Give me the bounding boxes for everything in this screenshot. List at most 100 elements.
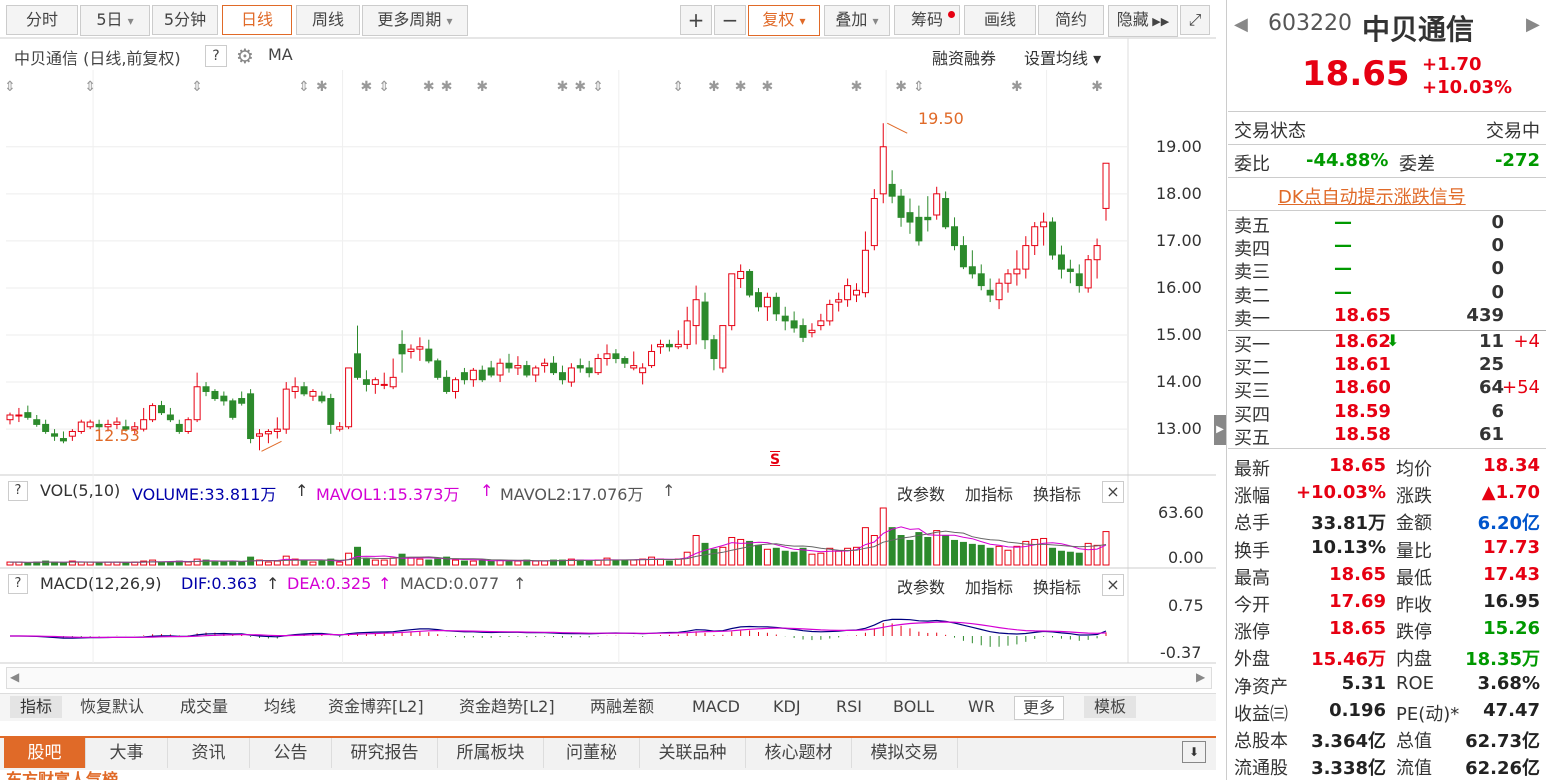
kline-chart[interactable]: ⇕ ⇕ ⇕ ⇕ ✱ ✱ ⇕ ✱ ✱ ✱ ✱ ✱ ⇕ ⇕ ✱ ✱ ✱ ✱ ✱ ⇕ ✱ ✱ bbox=[0, 0, 1216, 670]
indicator-tab-volume[interactable]: 成交量 bbox=[180, 696, 228, 718]
macd-help-button[interactable]: ? bbox=[8, 574, 28, 594]
bottom-tab-sim-trade[interactable]: 模拟交易 bbox=[852, 738, 958, 768]
macd-edit-params-link[interactable]: 改参数 bbox=[897, 574, 945, 598]
bottom-tab-ask-secretary[interactable]: 问董秘 bbox=[544, 738, 640, 768]
indicator-tab-label[interactable]: 指标 bbox=[10, 696, 63, 718]
vol-edit-params-link[interactable]: 改参数 bbox=[897, 481, 945, 505]
order-price: 18.60 bbox=[1334, 377, 1391, 399]
stat-value: 6.20亿 bbox=[1477, 513, 1540, 535]
volume-bar bbox=[968, 543, 976, 566]
macd-add-indicator-link[interactable]: 加指标 bbox=[965, 574, 1013, 598]
candle-body bbox=[888, 183, 896, 197]
next-stock-icon[interactable]: ▶ bbox=[1526, 14, 1540, 35]
stock-change-pct: +10.03% bbox=[1422, 77, 1513, 98]
indicator-template-button[interactable]: 模板 bbox=[1084, 696, 1137, 718]
candle-body bbox=[861, 249, 869, 294]
candle-body bbox=[77, 421, 85, 432]
vol-switch-indicator-link[interactable]: 换指标 bbox=[1033, 481, 1081, 505]
candle-body bbox=[389, 376, 397, 388]
sell-order-row: 卖三 — 0 bbox=[1234, 258, 1544, 283]
dk-signal-link[interactable]: DK点自动提示涨跌信号 bbox=[1278, 183, 1466, 209]
indicator-tab-macd[interactable]: MACD bbox=[692, 696, 740, 718]
volume-bar bbox=[398, 553, 406, 566]
candle-body bbox=[478, 369, 486, 381]
minimize-icon[interactable]: ⬇ bbox=[1182, 741, 1206, 763]
candle-body bbox=[1066, 268, 1074, 272]
bottom-tab-events[interactable]: 大事 bbox=[86, 738, 168, 768]
buy-order-row: 买一 18.62 11 +4 ⬇ bbox=[1234, 331, 1544, 356]
candle-body bbox=[1057, 254, 1065, 270]
candle-body bbox=[345, 367, 353, 428]
indicator-tab-margin[interactable]: 两融差额 bbox=[590, 696, 654, 718]
bottom-tab-announcements[interactable]: 公告 bbox=[250, 738, 332, 768]
order-label: 买二 bbox=[1234, 358, 1270, 380]
collapse-panel-handle[interactable]: ▶ bbox=[1214, 415, 1226, 445]
indicator-tab-kdj[interactable]: KDJ bbox=[773, 696, 801, 718]
vol-add-indicator-link[interactable]: 加指标 bbox=[965, 481, 1013, 505]
indicator-tab-fund-game[interactable]: 资金博弈[L2] bbox=[328, 696, 424, 718]
candle-body bbox=[790, 320, 798, 329]
event-marker-icon: ✱ bbox=[851, 79, 863, 95]
candle-body bbox=[541, 362, 549, 367]
stat-label: 涨跌 bbox=[1396, 486, 1432, 508]
candle-body bbox=[255, 433, 263, 437]
mavol1-value: MAVOL1:15.373万 bbox=[316, 485, 460, 504]
volume-bar bbox=[59, 562, 67, 566]
event-marker-icon: ✱ bbox=[574, 79, 586, 95]
bottom-tab-research[interactable]: 研究报告 bbox=[332, 738, 438, 768]
candle-body bbox=[202, 386, 210, 392]
scroll-left-icon[interactable]: ◀ bbox=[10, 670, 19, 684]
volume-bar bbox=[906, 539, 914, 566]
indicator-tab-fund-trend[interactable]: 资金趋势[L2] bbox=[459, 696, 555, 718]
stat-row: 净资产 5.31 ROE 3.68% bbox=[1234, 673, 1544, 698]
timeline-scrollbar[interactable] bbox=[6, 667, 1212, 689]
indicator-tab-rsi[interactable]: RSI bbox=[836, 696, 862, 718]
bottom-tab-related[interactable]: 关联品种 bbox=[640, 738, 746, 768]
stat-value: 15.26 bbox=[1483, 618, 1540, 640]
candle-body bbox=[906, 212, 914, 223]
vol-help-button[interactable]: ? bbox=[8, 481, 28, 501]
high-annotation: 19.50 bbox=[918, 109, 964, 128]
stat-row: 总手 33.81万 金额 6.20亿 bbox=[1234, 509, 1544, 535]
bottom-tab-news[interactable]: 资讯 bbox=[168, 738, 250, 768]
bottom-tab-guba[interactable]: 股吧 bbox=[4, 738, 86, 768]
order-volume: 61 bbox=[1478, 423, 1504, 445]
order-label: 卖二 bbox=[1234, 285, 1270, 307]
volume-bar bbox=[746, 540, 754, 566]
volume-bar bbox=[452, 559, 460, 566]
volume-bar bbox=[674, 558, 682, 566]
candle-body bbox=[487, 367, 495, 376]
candle-body bbox=[33, 419, 41, 425]
volume-bar bbox=[754, 544, 762, 566]
price-tick-label: 17.00 bbox=[1156, 230, 1202, 250]
order-volume: 6 bbox=[1491, 400, 1504, 422]
indicator-tab-reset[interactable]: 恢复默认 bbox=[80, 696, 144, 718]
stat-row: 最新 18.65 均价 18.34 bbox=[1234, 455, 1544, 480]
event-marker-icon: ✱ bbox=[557, 79, 569, 95]
scroll-right-icon[interactable]: ▶ bbox=[1196, 670, 1205, 684]
indicator-more-button[interactable]: 更多 bbox=[1014, 696, 1065, 720]
divider bbox=[1228, 144, 1546, 145]
prev-stock-icon[interactable]: ◀ bbox=[1234, 14, 1248, 35]
event-marker-icon: ✱ bbox=[476, 79, 488, 95]
vol-close-icon[interactable]: × bbox=[1102, 481, 1124, 503]
price-tick-label: 13.00 bbox=[1156, 419, 1202, 439]
macd-arrow-icon: ↑ bbox=[513, 574, 527, 593]
bottom-tab-core-themes[interactable]: 核心题材 bbox=[746, 738, 852, 768]
indicator-tab-boll[interactable]: BOLL bbox=[893, 696, 934, 718]
s-marker-icon: S bbox=[770, 452, 781, 468]
volume-bar bbox=[585, 560, 593, 566]
volume-bar bbox=[434, 558, 442, 566]
macd-close-icon[interactable]: × bbox=[1102, 574, 1124, 596]
candle-body bbox=[1049, 221, 1057, 256]
macd-switch-indicator-link[interactable]: 换指标 bbox=[1033, 574, 1081, 598]
dea-line bbox=[10, 621, 1107, 638]
stat-value: 18.65 bbox=[1329, 563, 1386, 585]
candle-body bbox=[942, 198, 950, 228]
order-price: 18.58 bbox=[1334, 423, 1391, 445]
macd-axis-max: 0.75 bbox=[1168, 596, 1204, 615]
bottom-tab-sector[interactable]: 所属板块 bbox=[438, 738, 544, 768]
indicator-tab-ma[interactable]: 均线 bbox=[264, 696, 296, 718]
candle-body bbox=[612, 353, 620, 360]
indicator-tab-wr[interactable]: WR bbox=[968, 696, 995, 718]
